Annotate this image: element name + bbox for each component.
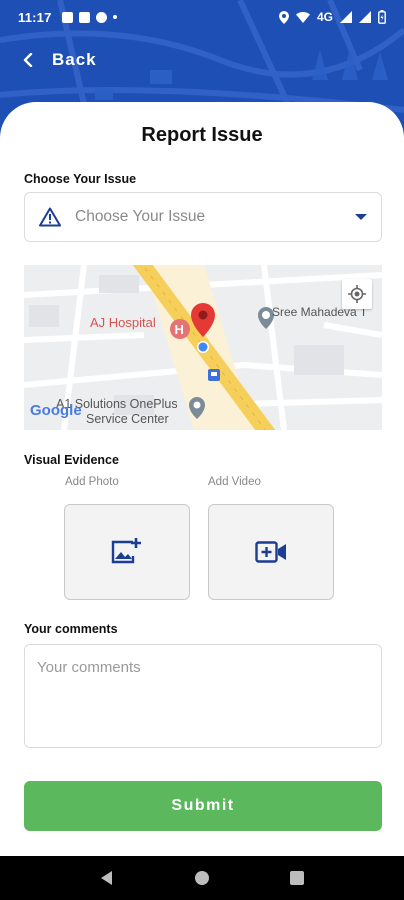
signal-icon bbox=[340, 11, 352, 23]
my-location-icon bbox=[348, 285, 366, 303]
status-time: 11:17 bbox=[18, 9, 52, 25]
battery-icon bbox=[378, 10, 386, 24]
nav-home-icon[interactable] bbox=[194, 870, 210, 886]
comments-box bbox=[24, 644, 382, 748]
system-nav-bar bbox=[0, 856, 404, 900]
add-photo-label: Add Photo bbox=[65, 476, 119, 488]
network-type: 4G bbox=[316, 10, 333, 24]
back-button[interactable]: Back bbox=[22, 50, 97, 70]
page-title: Report Issue bbox=[141, 124, 263, 146]
add-video-label: Add Video bbox=[208, 476, 261, 488]
nav-recents-icon[interactable] bbox=[289, 870, 305, 886]
issue-select[interactable]: Choose Your Issue bbox=[24, 192, 382, 242]
add-photo-icon bbox=[111, 538, 141, 564]
add-photo-button[interactable] bbox=[64, 504, 190, 600]
my-location-button[interactable] bbox=[342, 279, 372, 309]
add-video-icon bbox=[255, 541, 286, 563]
visual-evidence-label: Visual Evidence bbox=[24, 453, 119, 467]
nav-back-icon[interactable] bbox=[99, 870, 115, 886]
back-arrow-icon bbox=[23, 53, 33, 67]
comments-label: Your comments bbox=[24, 622, 118, 636]
status-right: 4G bbox=[278, 10, 386, 24]
google-logo: Google bbox=[30, 402, 82, 419]
notification-icons bbox=[61, 11, 117, 23]
location-map[interactable]: H AJ Hospital Sree Mahadeva T A1 Solutio… bbox=[24, 265, 382, 430]
help-icon bbox=[95, 11, 107, 23]
issue-label: Choose Your Issue bbox=[24, 172, 137, 186]
status-bar: 11:17 4G bbox=[0, 0, 404, 34]
submit-button[interactable]: Submit bbox=[24, 781, 382, 831]
comments-input[interactable] bbox=[37, 659, 369, 733]
add-video-button[interactable] bbox=[208, 504, 334, 600]
map-place-hospital: AJ Hospital bbox=[90, 315, 156, 330]
report-card: Report Issue Choose Your Issue Choose Yo… bbox=[0, 102, 404, 856]
issue-select-value: Choose Your Issue bbox=[75, 208, 206, 225]
svg-text:H: H bbox=[175, 322, 184, 337]
notification-app-icon bbox=[61, 11, 73, 23]
back-label: Back bbox=[52, 50, 97, 69]
more-notifications-dot-icon bbox=[112, 15, 117, 19]
signal-icon-2 bbox=[359, 11, 371, 23]
warning-icon bbox=[39, 207, 61, 227]
map-place-service-2: Service Center bbox=[86, 412, 169, 426]
wifi-icon bbox=[295, 11, 310, 23]
dropdown-caret-icon bbox=[355, 214, 367, 220]
facebook-icon bbox=[78, 11, 90, 23]
location-icon bbox=[278, 10, 289, 24]
